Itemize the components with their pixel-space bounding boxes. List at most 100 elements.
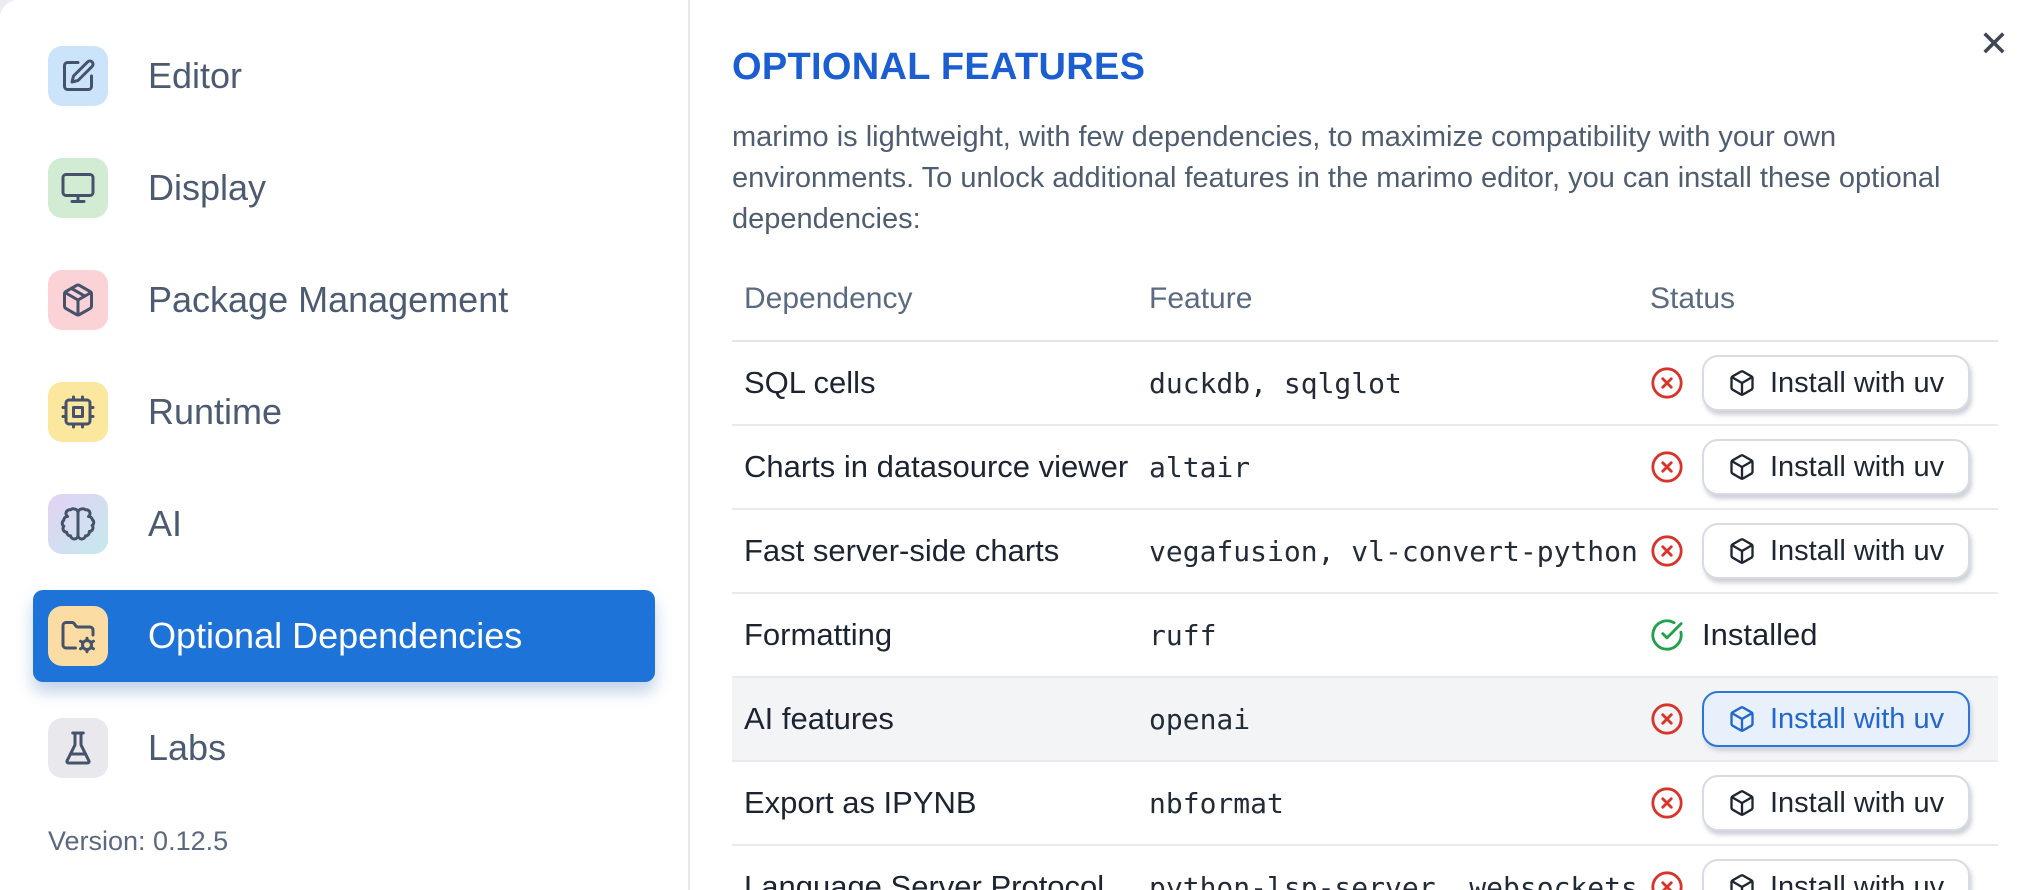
install-with-uv-button[interactable]: Install with uv <box>1702 691 1971 747</box>
sidebar-item-runtime[interactable]: Runtime <box>33 366 655 458</box>
cpu-icon <box>61 395 95 429</box>
sidebar-nav: Editor Display Package Management Runtime AI… <box>0 30 688 794</box>
install-button-label: Install with uv <box>1770 534 1945 567</box>
status-cell: Install with uv <box>1638 509 1998 594</box>
circle-x-icon <box>1651 451 1683 483</box>
box-icon <box>1730 370 1754 396</box>
dependency-cell: Formatting <box>732 593 1137 678</box>
table-row: Language Server Protocol python-lsp-serve… <box>732 845 1998 890</box>
square-pen-icon <box>63 59 95 91</box>
installed-label: Installed <box>1702 617 1818 652</box>
status-wrap: Installed <box>1650 607 1998 663</box>
table-row: Export as IPYNB nbformat Install with uv <box>732 761 1998 846</box>
status-cell: Install with uv <box>1638 761 1998 846</box>
settings-dialog: Editor Display Package Management Runtime AI… <box>0 0 2042 890</box>
feature-cell: altair <box>1137 425 1638 510</box>
sidebar-item-label: Optional Dependencies <box>148 615 523 656</box>
cpu-icon-box <box>48 382 108 442</box>
table-row: Formatting ruff Installed <box>732 593 1998 678</box>
install-with-uv-button[interactable]: Install with uv <box>1702 859 1971 890</box>
sidebar-item-package-management[interactable]: Package Management <box>33 254 655 346</box>
close-icon[interactable]: ✕ <box>1972 22 2016 66</box>
dependency-cell: AI features <box>732 677 1137 762</box>
sidebar-item-label: Labs <box>148 727 227 768</box>
status-cell: Install with uv <box>1638 677 1998 762</box>
box-icon <box>1730 874 1754 890</box>
status-wrap: Install with uv <box>1650 775 1998 831</box>
column-header-status: Status <box>1638 268 1998 342</box>
package-icon <box>63 283 93 317</box>
sidebar-item-label: Package Management <box>148 279 509 320</box>
square-pen-icon-box <box>48 46 108 106</box>
table-header-row: Dependency Feature Status <box>732 268 1998 342</box>
install-with-uv-button[interactable]: Install with uv <box>1702 523 1971 579</box>
feature-cell: vegafusion, vl-convert-python <box>1137 509 1638 594</box>
panel-description: marimo is lightweight, with few dependen… <box>732 121 1941 235</box>
monitor-icon <box>61 173 95 203</box>
install-button-label: Install with uv <box>1770 366 1945 399</box>
install-with-uv-button[interactable]: Install with uv <box>1702 355 1971 411</box>
feature-cell: nbformat <box>1137 761 1638 846</box>
sidebar-item-label: Runtime <box>148 391 283 432</box>
dependency-cell: Export as IPYNB <box>732 761 1137 846</box>
table-row: Fast server-side charts vegafusion, vl-co… <box>732 509 1998 594</box>
dependency-cell: SQL cells <box>732 341 1137 426</box>
status-wrap: Install with uv <box>1650 355 1998 411</box>
monitor-icon-box <box>48 158 108 218</box>
install-with-uv-button[interactable]: Install with uv <box>1702 439 1971 495</box>
status-cell: Install with uv <box>1638 845 1998 890</box>
box-icon <box>1730 706 1754 732</box>
circle-x-icon <box>1651 703 1683 735</box>
dependency-cell: Fast server-side charts <box>732 509 1137 594</box>
flask-icon-box <box>48 718 108 778</box>
table-row: AI features openai Install with uv <box>732 677 1998 762</box>
brain-icon <box>60 507 96 541</box>
install-button-label: Install with uv <box>1770 786 1945 819</box>
sidebar-item-label: Display <box>148 167 267 208</box>
column-header-feature: Feature <box>1137 268 1638 342</box>
box-icon <box>1730 790 1754 816</box>
circle-x-icon <box>1651 367 1683 399</box>
status-cell: Install with uv <box>1638 341 1998 426</box>
circle-check-icon <box>1651 619 1683 651</box>
status-wrap: Install with uv <box>1650 859 1998 890</box>
sidebar-item-optional-dependencies[interactable]: Optional Dependencies <box>33 590 655 682</box>
flask-icon <box>65 731 91 765</box>
optional-features-panel: ✕ OPTIONAL FEATURES marimo is lightweigh… <box>692 0 2042 890</box>
feature-cell: openai <box>1137 677 1638 762</box>
circle-x-icon <box>1651 871 1683 890</box>
page-title: OPTIONAL FEATURES <box>732 46 1146 88</box>
sidebar-item-display[interactable]: Display <box>33 142 655 234</box>
circle-x-icon <box>1651 787 1683 819</box>
sidebar-item-label: Editor <box>148 55 243 96</box>
sidebar-item-label: AI <box>148 503 183 544</box>
dependencies-table: Dependency Feature Status SQL cells duckd… <box>732 268 1998 890</box>
status-wrap: Install with uv <box>1650 523 1998 579</box>
install-button-label: Install with uv <box>1770 870 1945 890</box>
table-row: Charts in datasource viewer altair Install… <box>732 425 1998 510</box>
install-button-label: Install with uv <box>1770 450 1945 483</box>
status-wrap: Install with uv <box>1650 691 1998 747</box>
status-cell: Install with uv <box>1638 425 1998 510</box>
feature-cell: duckdb, sqlglot <box>1137 341 1638 426</box>
feature-cell: python-lsp-server, websockets <box>1149 870 1638 890</box>
package-icon-box <box>48 270 108 330</box>
column-header-dependency: Dependency <box>732 268 1137 342</box>
dependency-cell: Language Server Protocol <box>744 869 1105 890</box>
sidebar-item-editor[interactable]: Editor <box>33 30 655 122</box>
feature-cell: ruff <box>1137 593 1638 678</box>
dependency-cell: Charts in datasource viewer <box>732 425 1137 510</box>
install-button-label: Install with uv <box>1770 702 1945 735</box>
table-row: SQL cells duckdb, sqlglot Install with uv <box>732 341 1998 426</box>
box-icon <box>1730 538 1754 564</box>
sidebar-item-ai[interactable]: AI <box>33 478 655 570</box>
folder-cog-icon-box <box>48 606 108 666</box>
version-label: Version: 0.12.5 <box>48 826 229 856</box>
status-cell: Installed <box>1638 593 1998 678</box>
circle-x-icon <box>1651 535 1683 567</box>
install-with-uv-button[interactable]: Install with uv <box>1702 775 1971 831</box>
settings-sidebar: Editor Display Package Management Runtime AI… <box>0 0 690 890</box>
box-icon <box>1730 454 1754 480</box>
sidebar-item-labs[interactable]: Labs <box>33 702 655 794</box>
status-wrap: Install with uv <box>1650 439 1998 495</box>
